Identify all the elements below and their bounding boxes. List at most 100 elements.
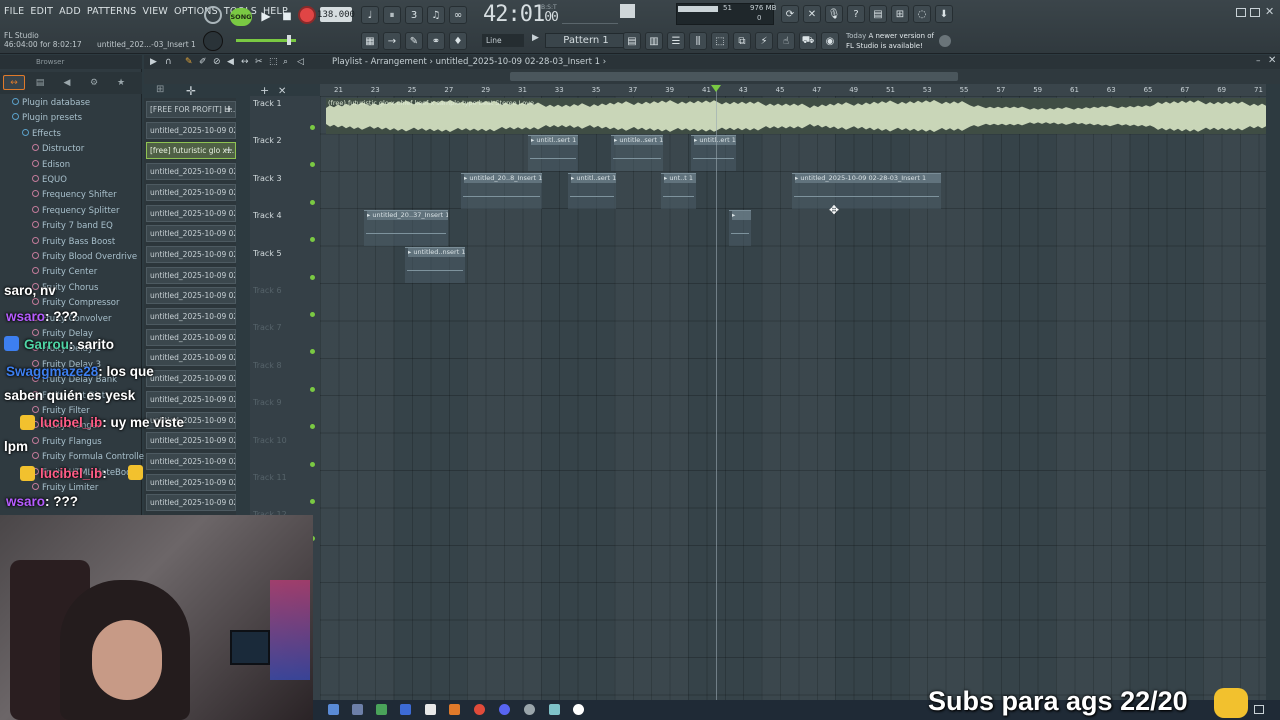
slice-tool-icon[interactable]: ✂ <box>255 57 263 67</box>
select-tool-icon[interactable]: ⬚ <box>269 57 278 67</box>
browser-item[interactable]: Fruity Limiter <box>32 483 98 493</box>
browser-item[interactable]: Fruity Flangus <box>32 436 102 447</box>
draw-tool-icon[interactable]: ✎ <box>185 57 193 67</box>
track-label[interactable]: Track 6 <box>253 286 282 295</box>
channel-button[interactable]: untitled_2025-10-09 02-... <box>146 452 236 470</box>
channel-button[interactable]: untitled_2025-10-09 02-... <box>146 225 236 243</box>
channel-button[interactable]: untitled_2025-10-09 02-... <box>146 163 236 181</box>
plugin-icon[interactable]: ⊞ <box>891 5 909 23</box>
microphone-icon[interactable]: 🎙 <box>825 5 843 23</box>
playlist-arrow-icon[interactable]: ▶ <box>150 57 157 67</box>
news-panel[interactable]: Today A newer version of FL Studio is av… <box>846 31 934 51</box>
snap-select[interactable]: Line <box>482 34 524 47</box>
track-add-icon[interactable]: ⊞ <box>156 84 164 95</box>
pattern-clip[interactable]: ▸ untitl..sert 1 <box>568 173 616 209</box>
maximize-icon[interactable] <box>1250 8 1260 17</box>
track-label[interactable]: Track 4 <box>253 211 282 220</box>
track-enable-dot[interactable] <box>310 312 315 317</box>
pattern-clip[interactable]: ▸ untitled_2025-10-09 02-28-03_Insert 1 <box>792 173 941 209</box>
chrome-task-icon[interactable] <box>474 704 485 715</box>
task-icon-2[interactable] <box>352 704 363 715</box>
move-icon[interactable]: ✛ <box>186 84 196 98</box>
loop-record-icon[interactable]: ∞ <box>449 6 467 24</box>
help-icon[interactable]: ? <box>847 5 865 23</box>
tempo-display[interactable]: 138.000 <box>317 7 355 22</box>
mixer-view-icon[interactable]: ⫼ <box>689 32 707 50</box>
channel-button[interactable]: untitled_2025-10-09 02-... <box>146 266 236 284</box>
link-icon[interactable]: ⚭ <box>427 32 445 50</box>
pattern-clip[interactable]: ▸ untitled_20..8_Insert 1 <box>461 173 542 209</box>
cpu-refresh-icon[interactable]: ⟳ <box>781 5 799 23</box>
channel-button[interactable]: [free] futuristic glo x... + <box>146 142 236 160</box>
browser-tab-plugin-icon[interactable]: ⚙ <box>83 75 105 90</box>
song-mode-button[interactable]: SONG <box>230 8 252 26</box>
task-icon-11[interactable] <box>573 704 584 715</box>
track-enable-dot[interactable] <box>310 274 315 280</box>
channel-button[interactable]: untitled_2025-10-09 02-... <box>146 349 236 367</box>
browser-item[interactable]: Edison <box>32 159 70 170</box>
magnet-icon[interactable]: ∩ <box>165 57 172 67</box>
play-button[interactable]: ▶ <box>256 6 276 26</box>
master-volume-knob[interactable] <box>203 31 223 51</box>
channel-button[interactable]: untitled_2025-10-09 02-... <box>146 287 236 305</box>
track-label[interactable]: Track 10 <box>253 436 287 445</box>
pattern-clip[interactable]: ▸ untitl..sert 1 <box>528 135 578 171</box>
browser-item[interactable]: Plugin database <box>12 98 90 108</box>
pattern-clip[interactable]: ▸ <box>729 210 751 246</box>
track-label[interactable]: Track 8 <box>253 361 282 370</box>
minimize-icon[interactable] <box>1236 8 1246 17</box>
pattern-clip[interactable]: ▸ untitle..sert 1 <box>611 135 663 171</box>
notification-icon[interactable] <box>1254 705 1264 714</box>
piano-roll-icon[interactable]: ▦ <box>361 32 379 50</box>
track-label[interactable]: Track 2 <box>253 136 282 145</box>
track-label[interactable]: Track 11 <box>253 473 287 482</box>
browser-item[interactable]: Distructor <box>32 144 84 154</box>
mute-tool-icon[interactable]: ◀ <box>227 57 234 67</box>
master-volume-handle[interactable] <box>287 35 291 45</box>
channel-button[interactable]: untitled_2025-10-09 02-... <box>146 245 236 263</box>
browser-item[interactable]: Frequency Shifter <box>32 190 117 200</box>
pencil-icon[interactable]: ✎ <box>405 32 423 50</box>
piano-roll-view-icon[interactable]: ▥ <box>645 32 663 50</box>
close-icon[interactable]: ✕ <box>1265 5 1274 18</box>
plugin-icon-2[interactable]: ⚡ <box>755 32 773 50</box>
task-icon-4[interactable] <box>400 704 411 715</box>
browser-item[interactable]: Fruity Blood Overdrive <box>32 252 137 262</box>
channel-button[interactable]: untitled_2025-10-09 02-... <box>146 183 236 201</box>
browser-item[interactable]: Fruity 7 band EQ <box>32 221 113 231</box>
discord-task-icon[interactable] <box>499 704 510 715</box>
track-enable-dot[interactable] <box>310 199 315 205</box>
browser-tab-star-icon[interactable]: ★ <box>110 75 132 90</box>
browser-tab-all[interactable]: ↔ <box>3 75 25 90</box>
mixer-icon[interactable]: ✕ <box>803 5 821 23</box>
track-label[interactable]: Track 3 <box>253 174 282 183</box>
plugin-picker-icon[interactable]: ⧉ <box>733 32 751 50</box>
touch-icon[interactable]: ☝ <box>777 32 795 50</box>
task-icon-5[interactable] <box>425 704 436 715</box>
channel-button[interactable]: untitled_2025-10-09 02-... <box>146 121 236 139</box>
channel-add-icon[interactable]: + <box>225 102 233 117</box>
browser-tab-files-icon[interactable]: ▤ <box>29 75 51 90</box>
track-label[interactable]: Track 9 <box>253 398 282 407</box>
menu-view[interactable]: VIEW <box>143 6 169 17</box>
browser-item[interactable]: Plugin presets <box>12 113 82 123</box>
channel-button[interactable]: untitled_2025-10-09 02-... <box>146 432 236 450</box>
horizontal-scrollbar[interactable] <box>510 72 958 81</box>
countdown-icon[interactable]: 3 <box>405 6 423 24</box>
zoom-tool-icon[interactable]: ⌕ <box>283 57 288 67</box>
pattern-arrow-icon[interactable]: ▶ <box>532 33 539 43</box>
playlist-icon[interactable]: ▤ <box>623 32 641 50</box>
chat-icon[interactable]: ◌ <box>913 5 931 23</box>
browser-item[interactable]: Effects <box>22 128 61 139</box>
task-icon-1[interactable] <box>328 704 339 715</box>
pattern-clip[interactable]: ▸ untitled_20..37_Insert 1 <box>364 210 448 246</box>
browser-item[interactable]: Fruity Bass Boost <box>32 236 115 247</box>
playback-tool-icon[interactable]: ◁ <box>297 57 304 67</box>
pitch-slider[interactable] <box>562 4 618 24</box>
record-button[interactable] <box>298 6 316 24</box>
obs-task-icon[interactable] <box>524 704 535 715</box>
playlist-breadcrumb[interactable]: untitled_2025-10-09 02-28-03_Insert 1 <box>436 57 600 67</box>
playlist-close-icon[interactable]: ✕ <box>1268 55 1276 66</box>
cart-icon[interactable]: ⛟ <box>799 32 817 50</box>
task-icon-3[interactable] <box>376 704 387 715</box>
